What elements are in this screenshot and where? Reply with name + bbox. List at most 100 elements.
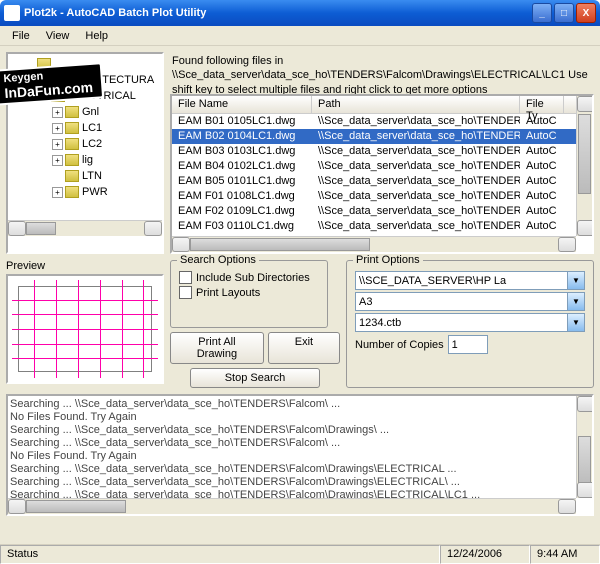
scroll-thumb[interactable] (26, 222, 56, 235)
preview-label: Preview (6, 260, 164, 274)
log-output[interactable]: Searching ... \\Sce_data_server\data_sce… (6, 394, 594, 516)
log-scrollbar-h[interactable] (8, 498, 576, 514)
print-all-button[interactable]: Print All Drawing (170, 332, 264, 364)
menu-help[interactable]: Help (77, 28, 116, 44)
scroll-right-icon[interactable] (558, 237, 576, 252)
printer-input[interactable] (355, 271, 568, 290)
filelist-scrollbar-h[interactable] (172, 236, 576, 252)
cell-path: \\Sce_data_server\data_sce_ho\TENDERS\ (312, 114, 520, 129)
scroll-left-icon[interactable] (172, 237, 190, 252)
style-input[interactable] (355, 313, 568, 332)
expand-icon[interactable]: + (52, 155, 63, 166)
chevron-down-icon[interactable]: ▼ (568, 313, 585, 332)
scroll-down-icon[interactable] (577, 482, 594, 498)
file-list[interactable]: File Name Path File Ty EAM B01 0105LC1.d… (170, 94, 594, 254)
style-combo[interactable]: ▼ (355, 313, 585, 332)
paper-combo[interactable]: ▼ (355, 292, 585, 311)
cell-type: AutoC (520, 129, 564, 144)
scroll-thumb-h[interactable] (26, 500, 126, 513)
table-row[interactable]: EAM B05 0101LC1.dwg\\Sce_data_server\dat… (172, 174, 592, 189)
table-row[interactable]: EAM B01 0105LC1.dwg\\Sce_data_server\dat… (172, 114, 592, 129)
stop-search-button[interactable]: Stop Search (190, 368, 320, 388)
log-line: No Files Found. Try Again (10, 411, 590, 424)
app-icon (4, 5, 20, 21)
minimize-button[interactable]: _ (532, 3, 552, 23)
cell-type: AutoC (520, 174, 564, 189)
filelist-scrollbar-v[interactable] (576, 96, 592, 236)
tree-node[interactable]: +LC2 (52, 136, 160, 152)
scroll-right-icon[interactable] (144, 221, 162, 236)
tree-scrollbar-h[interactable] (8, 220, 162, 236)
folder-icon (65, 154, 79, 166)
checkbox-icon (179, 286, 192, 299)
table-row[interactable]: EAM B02 0104LC1.dwg\\Sce_data_server\dat… (172, 129, 592, 144)
cell-filename: EAM F03 0110LC1.dwg (172, 219, 312, 234)
print-layouts-label: Print Layouts (196, 287, 260, 299)
table-row[interactable]: EAM F01 0108LC1.dwg\\Sce_data_server\dat… (172, 189, 592, 204)
chevron-down-icon[interactable]: ▼ (568, 292, 585, 311)
maximize-button[interactable]: □ (554, 3, 574, 23)
tree-node[interactable]: +lig (52, 152, 160, 168)
status-date: 12/24/2006 (440, 545, 530, 564)
menu-file[interactable]: File (4, 28, 38, 44)
scroll-up-icon[interactable] (577, 96, 594, 112)
folder-icon (65, 138, 79, 150)
printer-combo[interactable]: ▼ (355, 271, 585, 290)
include-subdirs-checkbox[interactable]: Include Sub Directories (179, 271, 319, 284)
cell-type: AutoC (520, 189, 564, 204)
table-row[interactable]: EAM F02 0109LC1.dwg\\Sce_data_server\dat… (172, 204, 592, 219)
scroll-thumb-v[interactable] (578, 114, 591, 194)
expand-icon[interactable]: + (52, 107, 63, 118)
cell-path: \\Sce_data_server\data_sce_ho\TENDERS\ (312, 189, 520, 204)
table-row[interactable]: EAM B04 0102LC1.dwg\\Sce_data_server\dat… (172, 159, 592, 174)
status-label: Status (0, 545, 440, 564)
log-scrollbar-v[interactable] (576, 396, 592, 498)
exit-button[interactable]: Exit (268, 332, 340, 364)
scroll-thumb-h[interactable] (190, 238, 370, 251)
window-title: Plot2k - AutoCAD Batch Plot Utility (24, 7, 532, 19)
expand-icon[interactable]: + (52, 139, 63, 150)
log-line: Searching ... \\Sce_data_server\data_sce… (10, 476, 590, 489)
tree-label: LTN (82, 170, 102, 182)
expand-icon[interactable]: + (52, 123, 63, 134)
cell-path: \\Sce_data_server\data_sce_ho\TENDERS\ (312, 204, 520, 219)
paper-input[interactable] (355, 292, 568, 311)
copies-input[interactable] (448, 335, 488, 354)
tree-node[interactable]: +PWR (52, 184, 160, 200)
scroll-left-icon[interactable] (8, 499, 26, 514)
menubar: File View Help (0, 26, 600, 46)
cell-filename: EAM B03 0103LC1.dwg (172, 144, 312, 159)
scroll-left-icon[interactable] (8, 221, 26, 236)
menu-view[interactable]: View (38, 28, 78, 44)
chevron-down-icon[interactable]: ▼ (568, 271, 585, 290)
log-line: No Files Found. Try Again (10, 450, 590, 463)
cell-path: \\Sce_data_server\data_sce_ho\TENDERS\ (312, 144, 520, 159)
tree-node[interactable]: + LC1 (52, 120, 160, 136)
cell-type: AutoC (520, 204, 564, 219)
scroll-right-icon[interactable] (558, 499, 576, 514)
tree-node[interactable]: + Gnl (52, 104, 160, 120)
tree-node[interactable]: LTN (52, 168, 160, 184)
tree-label: Gnl (82, 106, 99, 118)
scroll-up-icon[interactable] (577, 396, 594, 412)
expand-icon[interactable]: + (52, 187, 63, 198)
cell-filename: EAM B04 0102LC1.dwg (172, 159, 312, 174)
search-options-group: Search Options Include Sub Directories P… (170, 260, 328, 328)
table-row[interactable]: EAM F03 0110LC1.dwg\\Sce_data_server\dat… (172, 219, 592, 234)
scroll-down-icon[interactable] (577, 220, 594, 236)
tree-label: LC1 (82, 122, 102, 134)
column-filename[interactable]: File Name (172, 96, 312, 113)
scroll-thumb-v[interactable] (578, 436, 591, 486)
table-row[interactable]: EAM B03 0103LC1.dwg\\Sce_data_server\dat… (172, 144, 592, 159)
column-path[interactable]: Path (312, 96, 520, 113)
close-button[interactable]: X (576, 3, 596, 23)
preview-image (6, 274, 164, 384)
preview-panel: Preview (6, 260, 164, 388)
checkbox-icon (179, 271, 192, 284)
column-type[interactable]: File Ty (520, 96, 564, 113)
print-options-title: Print Options (353, 254, 423, 266)
print-layouts-checkbox[interactable]: Print Layouts (179, 286, 319, 299)
cell-filename: EAM B02 0104LC1.dwg (172, 129, 312, 144)
main-content: Keygen InDaFun.com +ARCHITECTURA-ELECTRI… (0, 46, 600, 544)
titlebar[interactable]: Plot2k - AutoCAD Batch Plot Utility _ □ … (0, 0, 600, 26)
